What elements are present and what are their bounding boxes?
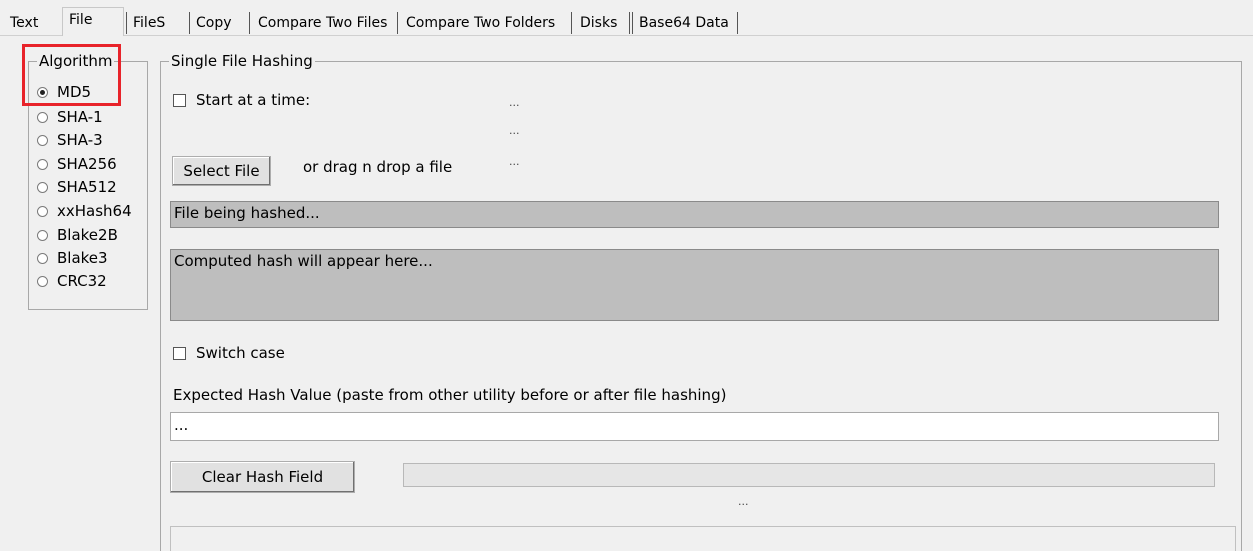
radio-label: SHA256 xyxy=(57,155,117,173)
checkbox-icon[interactable] xyxy=(173,346,186,360)
radio-circle-icon[interactable] xyxy=(37,181,48,193)
tab-text[interactable]: Text xyxy=(4,12,44,34)
tab-files[interactable]: FileS xyxy=(126,12,190,34)
radio-blake3[interactable]: Blake3 xyxy=(37,247,108,269)
tab-divider xyxy=(0,35,1253,36)
clear-hash-field-button[interactable]: Clear Hash Field xyxy=(170,461,355,493)
radio-sha1[interactable]: SHA-1 xyxy=(37,106,103,128)
radio-circle-icon[interactable] xyxy=(37,229,48,241)
select-file-button[interactable]: Select File xyxy=(172,156,271,186)
radio-label: SHA-3 xyxy=(57,131,103,149)
computed-hash-field[interactable]: Computed hash will appear here... xyxy=(170,249,1219,321)
radio-label: Blake3 xyxy=(57,249,108,267)
radio-sha512[interactable]: SHA512 xyxy=(37,176,117,198)
radio-crc32[interactable]: CRC32 xyxy=(37,270,107,292)
status-dots-3: ... xyxy=(509,155,520,168)
radio-circle-icon[interactable] xyxy=(37,205,48,217)
tab-copy[interactable]: Copy xyxy=(190,12,250,34)
radio-circle-icon[interactable] xyxy=(37,158,48,170)
radio-xxhash64[interactable]: xxHash64 xyxy=(37,200,132,222)
switch-case-checkbox[interactable]: Switch case xyxy=(173,344,285,362)
tab-compare-two-folders[interactable]: Compare Two Folders xyxy=(400,12,572,34)
radio-blake2b[interactable]: Blake2B xyxy=(37,224,118,246)
radio-label: CRC32 xyxy=(57,272,107,290)
tab-compare-two-files[interactable]: Compare Two Files xyxy=(252,12,398,34)
tab-base64-data[interactable]: Base64 Data xyxy=(632,12,738,34)
tab-disks[interactable]: Disks xyxy=(574,12,630,34)
start-at-time-checkbox[interactable]: Start at a time: xyxy=(173,91,310,109)
checkbox-icon[interactable] xyxy=(173,93,186,107)
expected-hash-label: Expected Hash Value (paste from other ut… xyxy=(173,386,727,404)
radio-sha256[interactable]: SHA256 xyxy=(37,153,117,175)
expected-hash-input[interactable]: ... xyxy=(170,412,1219,441)
progress-bar xyxy=(403,463,1215,487)
switch-case-label: Switch case xyxy=(196,344,285,362)
radio-label: Blake2B xyxy=(57,226,118,244)
drag-drop-hint: or drag n drop a file xyxy=(303,158,453,176)
radio-sha3[interactable]: SHA-3 xyxy=(37,129,103,151)
file-being-hashed-field[interactable]: File being hashed... xyxy=(170,201,1219,228)
status-dots-1: ... xyxy=(509,96,520,109)
single-file-hashing-title: Single File Hashing xyxy=(169,51,315,71)
radio-label: SHA-1 xyxy=(57,108,103,126)
bottom-status-dots: ... xyxy=(738,495,749,508)
lower-panel xyxy=(170,526,1236,551)
radio-circle-icon[interactable] xyxy=(37,111,48,123)
radio-label: xxHash64 xyxy=(57,202,132,220)
radio-circle-icon[interactable] xyxy=(37,134,48,146)
highlight-box xyxy=(22,44,121,106)
tab-file[interactable]: File xyxy=(62,7,124,36)
tab-strip: Text File FileS Copy Compare Two Files C… xyxy=(0,0,1253,36)
status-dots-2: ... xyxy=(509,124,520,137)
radio-circle-icon[interactable] xyxy=(37,275,48,287)
radio-circle-icon[interactable] xyxy=(37,252,48,264)
start-at-time-label: Start at a time: xyxy=(196,91,311,109)
radio-label: SHA512 xyxy=(57,178,117,196)
